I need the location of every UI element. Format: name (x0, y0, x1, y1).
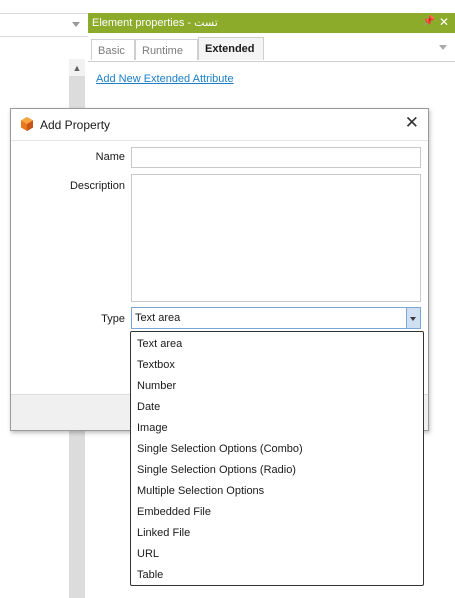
type-option[interactable]: Multiple Selection Options (137, 485, 264, 497)
type-select-value: Text area (135, 312, 181, 324)
left-panel-header (0, 13, 88, 37)
type-select-button[interactable] (406, 308, 420, 328)
description-field[interactable] (131, 174, 421, 302)
type-option[interactable]: Textbox (137, 359, 175, 371)
scroll-up-icon[interactable]: ▲ (69, 59, 85, 76)
type-option[interactable]: Table (137, 569, 163, 581)
dialog-title: Add Property (40, 118, 111, 132)
dropdown-arrow-icon[interactable] (72, 22, 80, 27)
type-option[interactable]: Single Selection Options (Radio) (137, 464, 296, 476)
type-option[interactable]: Linked File (137, 527, 190, 539)
tab-runtime[interactable]: Runtime (135, 39, 198, 60)
type-option[interactable]: Image (137, 422, 168, 434)
app-logo-icon (21, 117, 33, 131)
tabs-overflow-icon[interactable] (439, 45, 447, 50)
type-option[interactable]: Number (137, 380, 176, 392)
dialog-titlebar: Add Property ✕ (11, 109, 428, 139)
name-field[interactable] (131, 147, 421, 168)
close-panel-icon[interactable]: ✕ (439, 15, 449, 29)
type-select[interactable]: Text area (131, 307, 421, 329)
property-tabs: Basic Runtime Extended (88, 35, 455, 62)
type-option[interactable]: Embedded File (137, 506, 211, 518)
type-label: Type (101, 313, 125, 325)
close-icon[interactable]: ✕ (405, 114, 419, 131)
add-extended-attribute-link[interactable]: Add New Extended Attribute (96, 73, 234, 85)
tab-extended[interactable]: Extended (198, 37, 264, 60)
type-option[interactable]: Text area (137, 338, 182, 350)
type-option[interactable]: URL (137, 548, 159, 560)
description-label: Description (69, 180, 125, 192)
chevron-down-icon (410, 317, 416, 321)
panel-title: Element properties - تست (92, 17, 218, 29)
name-label: Name (95, 151, 125, 163)
type-options-list: Text area Textbox Number Date Image Sing… (130, 331, 424, 586)
tab-basic[interactable]: Basic (91, 39, 135, 60)
type-option[interactable]: Single Selection Options (Combo) (137, 443, 303, 455)
element-properties-header: Element properties - تست 📌 ✕ (88, 13, 455, 33)
pin-icon[interactable]: 📌 (423, 16, 435, 27)
type-option[interactable]: Date (137, 401, 160, 413)
